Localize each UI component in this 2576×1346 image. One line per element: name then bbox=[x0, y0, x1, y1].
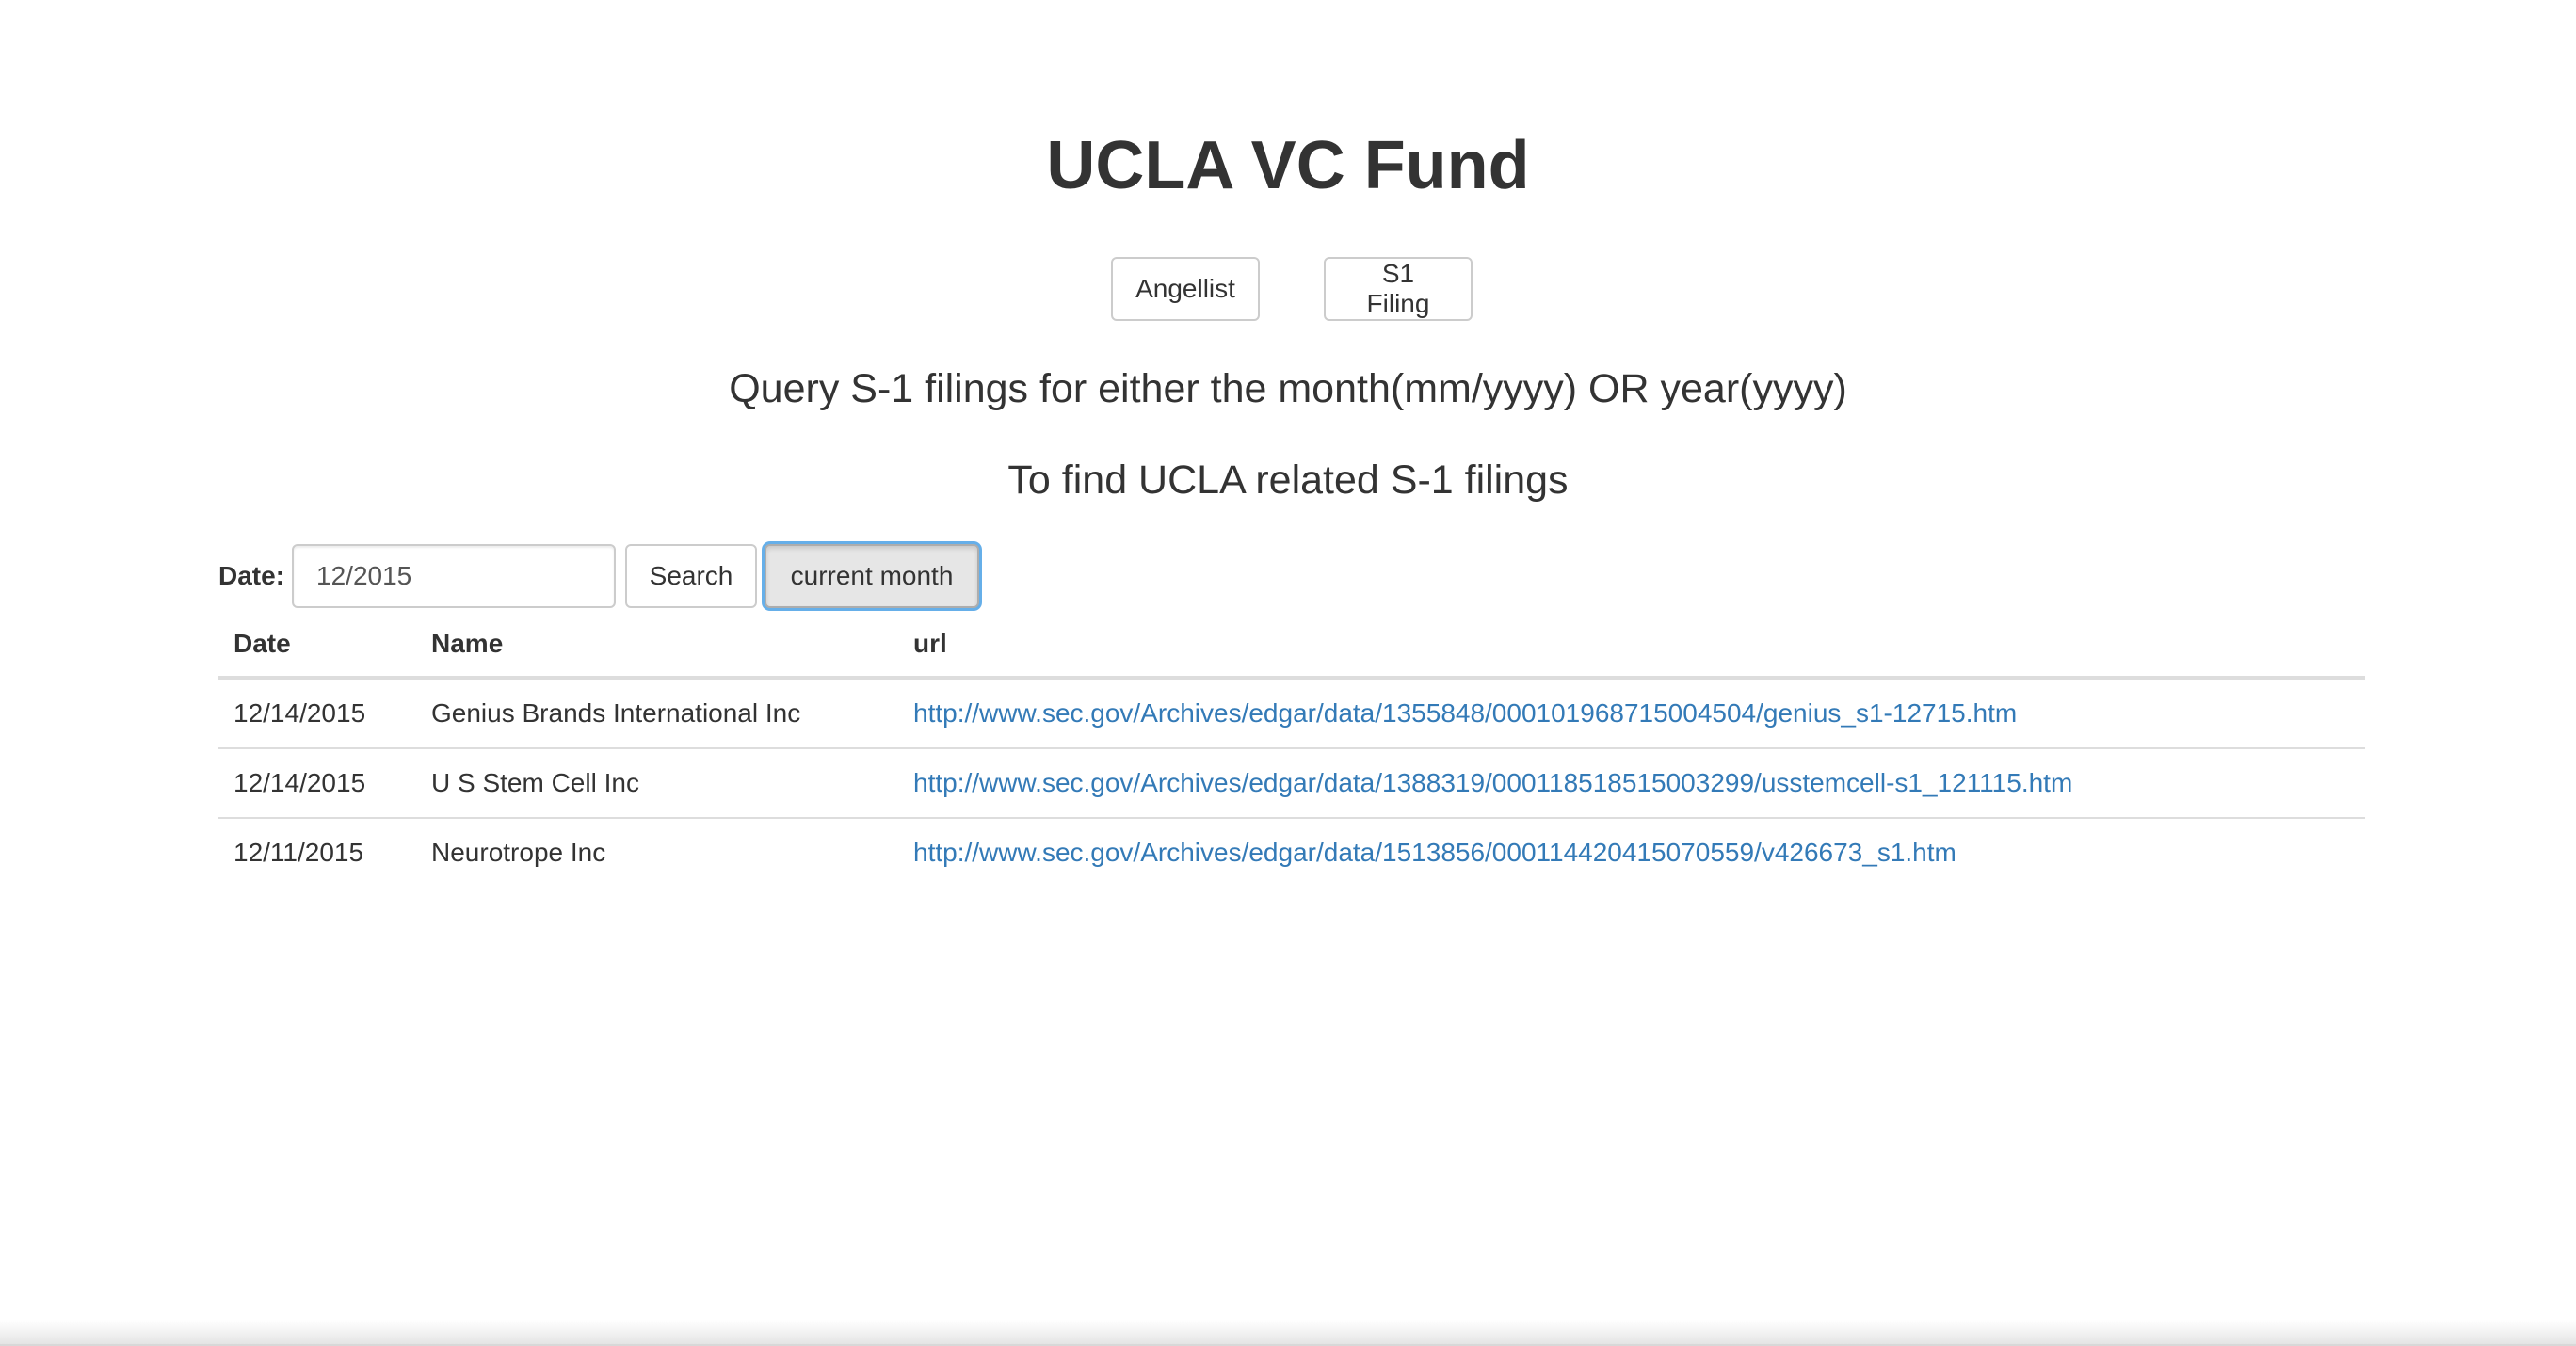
filing-link[interactable]: http://www.sec.gov/Archives/edgar/data/1… bbox=[913, 698, 2017, 728]
filing-link[interactable]: http://www.sec.gov/Archives/edgar/data/1… bbox=[913, 768, 2072, 797]
row-name: U S Stem Cell Inc bbox=[416, 747, 898, 818]
current-month-button[interactable]: current month bbox=[765, 544, 980, 608]
row-name: Neurotrope Inc bbox=[416, 817, 898, 887]
row-name: Genius Brands International Inc bbox=[431, 698, 801, 728]
row-date: 12/14/2015 bbox=[233, 698, 366, 728]
row-date: 12/11/2015 bbox=[218, 817, 416, 887]
angellist-button[interactable]: Angellist bbox=[1111, 257, 1260, 321]
name-column-header: Name bbox=[416, 612, 898, 680]
search-button[interactable]: Search bbox=[625, 544, 758, 608]
url-column-header: url bbox=[898, 612, 2365, 680]
date-input[interactable] bbox=[292, 544, 617, 608]
query-purpose: To find UCLA related S-1 filings bbox=[1007, 457, 1569, 503]
page-title: UCLA VC Fund bbox=[1046, 128, 1530, 203]
row-url-cell: http://www.sec.gov/Archives/edgar/data/1… bbox=[898, 678, 2365, 748]
results-table: Date Name url 12/14/2015 Genius Brands I… bbox=[218, 612, 2365, 887]
filing-link[interactable]: http://www.sec.gov/Archives/edgar/data/1… bbox=[913, 838, 1956, 867]
date-label: Date: bbox=[218, 561, 285, 590]
page: UCLA VC Fund Angellist S1 Filing Query S… bbox=[0, 0, 2576, 1346]
nav-buttons: Angellist S1 Filing bbox=[1111, 257, 1473, 323]
table-row: 12/11/2015 Neurotrope Inc http://www.sec… bbox=[218, 817, 2365, 887]
search-form: Date: Search current month bbox=[218, 544, 980, 608]
row-date: 12/14/2015 bbox=[218, 747, 416, 818]
date-column-header: Date bbox=[218, 612, 416, 680]
row-url-cell: http://www.sec.gov/Archives/edgar/data/1… bbox=[898, 747, 2365, 818]
table-header-row: Date Name url bbox=[218, 612, 2365, 680]
window-bottom-edge bbox=[0, 1320, 2576, 1346]
row-url-cell: http://www.sec.gov/Archives/edgar/data/1… bbox=[898, 817, 2365, 887]
s1-filing-button[interactable]: S1 Filing bbox=[1324, 257, 1473, 321]
table-row: 12/14/2015 Genius Brands International I… bbox=[218, 678, 2365, 748]
query-instructions: Query S-1 filings for either the month(m… bbox=[729, 366, 1847, 411]
table-row: 12/14/2015 U S Stem Cell Inc http://www.… bbox=[218, 747, 2365, 818]
